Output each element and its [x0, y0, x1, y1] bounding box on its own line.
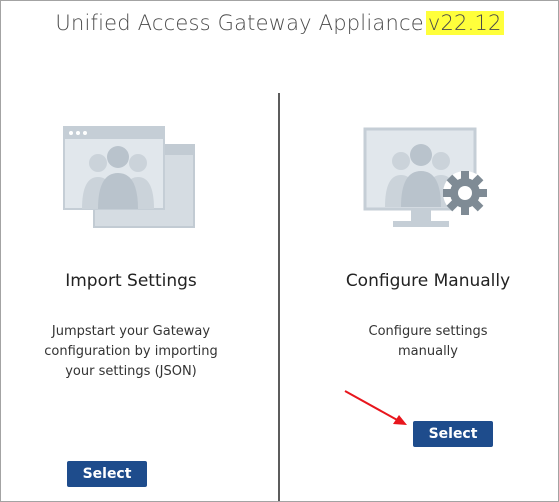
setup-window: Unified Access Gateway Appliancev22.12 [0, 0, 559, 502]
configure-select-button[interactable]: Select [413, 421, 493, 447]
red-arrow-icon [344, 390, 407, 425]
version-badge: v22.12 [425, 11, 504, 35]
title-text: Unified Access Gateway Appliance [55, 11, 424, 35]
card-title: Import Settings [65, 271, 197, 291]
card-title: Configure Manually [345, 271, 511, 291]
configure-manually-icon [298, 119, 558, 259]
configure-manually-card: Configure Manually Configure settings ma… [298, 101, 558, 501]
card-description: Jumpstart your Gateway configuration by … [44, 324, 218, 379]
import-settings-icon [1, 119, 261, 259]
import-select-button[interactable]: Select [67, 461, 147, 487]
page-title: Unified Access Gateway Appliance v22.12 [1, 11, 558, 35]
card-description: Configure settings manually [368, 324, 488, 359]
divider [278, 93, 280, 501]
import-settings-card: Import Settings Jumpstart your Gateway c… [1, 101, 261, 501]
